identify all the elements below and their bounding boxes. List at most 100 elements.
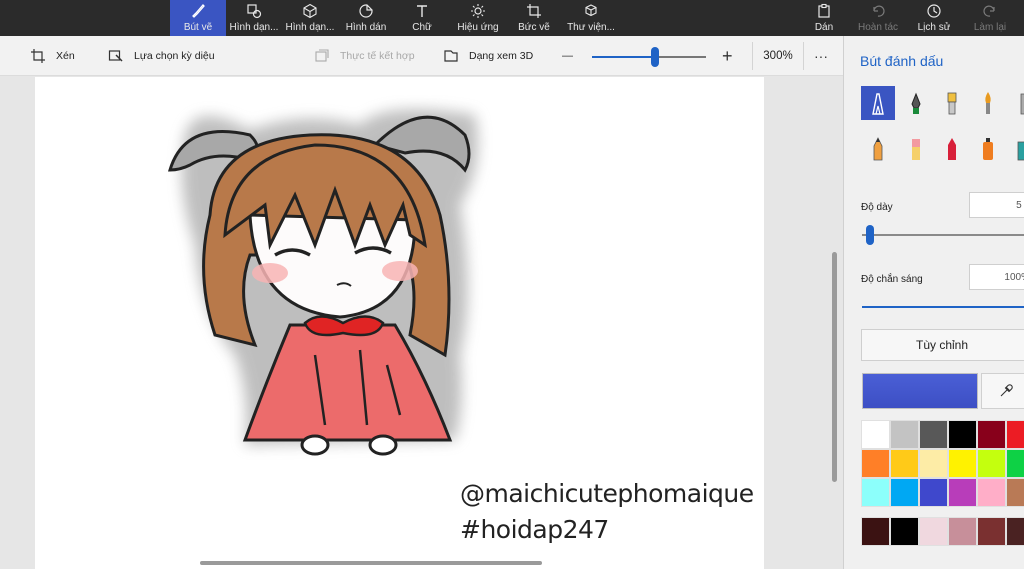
color-swatch[interactable] (977, 478, 1006, 507)
thickness-input[interactable]: 5 p (969, 192, 1024, 218)
canvas-workspace: @maichicutephomaique #hoidap247 (0, 77, 843, 569)
tool-text[interactable]: Chữ (394, 0, 450, 36)
watercolor-brush-icon (985, 92, 991, 114)
watercolor-brush-button[interactable] (971, 86, 1005, 120)
current-color-swatch[interactable] (862, 373, 978, 409)
calligraphy-pen-icon (911, 92, 921, 114)
oil-brush-icon (947, 92, 957, 115)
color-swatch[interactable] (948, 420, 977, 449)
library-icon (582, 3, 600, 19)
color-swatch[interactable] (861, 449, 890, 478)
color-swatch[interactable] (948, 449, 977, 478)
marker-icon (872, 93, 884, 115)
color-swatch[interactable] (861, 478, 890, 507)
color-swatch[interactable] (1006, 517, 1024, 546)
panel-title: Bút đánh dấu (860, 53, 944, 69)
color-swatch[interactable] (919, 517, 948, 546)
crayon-button[interactable] (935, 132, 969, 166)
color-palette-dropdown[interactable]: Tùy chỉnh ⌄ (861, 329, 1024, 361)
color-swatch[interactable] (977, 449, 1006, 478)
canvas-icon (525, 3, 543, 19)
paste-button[interactable]: Dán (796, 0, 852, 36)
oil-brush-button[interactable] (935, 86, 969, 120)
text-icon (413, 3, 431, 19)
magic-select-button[interactable]: Lựa chọn kỳ diệu (108, 36, 215, 76)
color-swatch[interactable] (861, 517, 890, 546)
mixed-reality-icon (314, 48, 330, 64)
view-3d-button[interactable]: Dạng xem 3D (443, 36, 533, 76)
color-swatch[interactable] (1006, 449, 1024, 478)
eraser-button[interactable] (899, 132, 933, 166)
color-swatch[interactable] (1006, 478, 1024, 507)
thickness-slider-thumb[interactable] (866, 225, 874, 245)
spray-can-button[interactable] (971, 132, 1005, 166)
zoom-slider-thumb[interactable] (650, 47, 659, 67)
tool-canvas[interactable]: Bức vẽ (506, 0, 562, 36)
redo-icon (981, 3, 999, 19)
opacity-input[interactable]: 100% (969, 264, 1024, 290)
marker-brush-button[interactable] (861, 86, 895, 120)
zoom-out-button[interactable]: — (562, 36, 573, 76)
color-swatch[interactable] (890, 420, 919, 449)
top-ribbon: Bút vẽ Hình dạn... Hình dạn... Hình dán … (0, 0, 1024, 36)
color-swatch[interactable] (948, 517, 977, 546)
eyedropper-icon (1000, 384, 1013, 397)
tool-effects[interactable]: Hiệu ứng (450, 0, 506, 36)
eyedropper-button[interactable] (981, 373, 1024, 409)
more-options-button[interactable]: ··· (814, 36, 828, 76)
color-swatch[interactable] (919, 449, 948, 478)
color-swatch[interactable] (890, 478, 919, 507)
secondary-toolbar: Xén Lựa chọn kỳ diệu Thực tế kết hợp Dạn… (0, 36, 843, 76)
effects-icon (469, 3, 487, 19)
tool-3d-library[interactable]: Thư viện... (562, 0, 620, 36)
pixel-pen-icon (1020, 93, 1024, 115)
color-swatch[interactable] (977, 420, 1006, 449)
color-swatch[interactable] (977, 517, 1006, 546)
color-swatch[interactable] (861, 420, 890, 449)
crop-button[interactable]: Xén (30, 36, 75, 76)
shapes-2d-icon (245, 3, 263, 19)
undo-button[interactable]: Hoàn tác (850, 0, 906, 36)
opacity-slider-fill[interactable] (862, 306, 1024, 308)
zoom-slider-fill (592, 56, 655, 58)
color-swatch[interactable] (919, 420, 948, 449)
eraser-icon (912, 139, 920, 160)
zoom-in-button[interactable]: + (722, 36, 733, 76)
history-button[interactable]: Lịch sử (906, 0, 962, 36)
watermark-username: @maichicutephomaique (460, 479, 754, 508)
color-swatch[interactable] (1006, 420, 1024, 449)
pencil-button[interactable] (861, 132, 895, 166)
thickness-slider[interactable] (862, 225, 1024, 245)
horizontal-scrollbar[interactable] (200, 561, 542, 565)
thickness-label: Độ dày (861, 202, 893, 213)
history-icon (925, 3, 943, 19)
fill-bucket-icon (1017, 141, 1024, 161)
undo-icon (869, 3, 887, 19)
drawing-canvas[interactable]: @maichicutephomaique #hoidap247 (35, 77, 764, 569)
tool-brushes[interactable]: Bút vẽ (170, 0, 226, 36)
mixed-reality-button[interactable]: Thực tế kết hợp (314, 36, 415, 76)
pixel-pen-button[interactable] (1007, 86, 1024, 120)
spray-can-icon (983, 138, 993, 160)
tool-3d-shapes[interactable]: Hình dạn... (282, 0, 338, 36)
color-swatch[interactable] (890, 517, 919, 546)
calligraphy-pen-button[interactable] (899, 86, 933, 120)
view-3d-icon (443, 48, 459, 64)
brush-panel: Bút đánh dấu Độ dày 5 p Độ chắn sáng 100… (843, 36, 1024, 569)
color-swatch[interactable] (890, 449, 919, 478)
color-swatch[interactable] (919, 478, 948, 507)
redo-button[interactable]: Làm lại (962, 0, 1018, 36)
magic-select-icon (108, 48, 124, 64)
zoom-level[interactable]: 300% (752, 42, 804, 70)
watermark-hashtag: #hoidap247 (460, 515, 609, 544)
vertical-scrollbar[interactable] (832, 252, 837, 482)
fill-bucket-button[interactable] (1007, 132, 1024, 166)
color-swatch[interactable] (948, 478, 977, 507)
opacity-label: Độ chắn sáng (861, 274, 923, 285)
sticker-icon (357, 3, 375, 19)
shapes-3d-icon (301, 3, 319, 19)
tool-stickers[interactable]: Hình dán (338, 0, 394, 36)
paste-icon (815, 3, 833, 19)
tool-2d-shapes[interactable]: Hình dạn... (226, 0, 282, 36)
zoom-slider[interactable] (592, 47, 706, 67)
